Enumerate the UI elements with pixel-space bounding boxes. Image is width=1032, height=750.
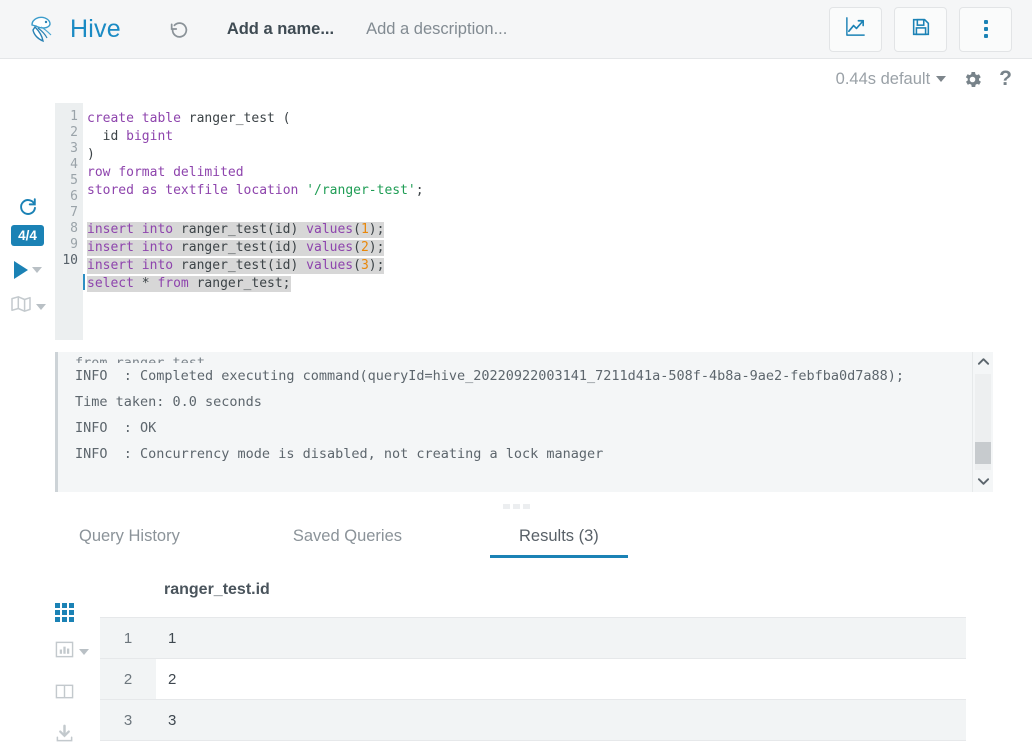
editor-line-number: 10: [62, 253, 78, 268]
sql-editor[interactable]: 1 2 3 4 5 6 7 8 9 10 create table ranger_test ( i…: [55, 103, 993, 340]
download-icon: [55, 724, 74, 748]
results-tabs: Query History Saved Queries Results (3): [55, 516, 993, 564]
editor-line[interactable]: insert into ranger_test(id) values(2);: [87, 238, 993, 256]
hive-query-editor-app: Hive Add a name... Add a description...: [0, 0, 1032, 750]
editor-code-area[interactable]: create table ranger_test ( id bigint) row…: [83, 103, 993, 340]
log-scrollbar[interactable]: [972, 352, 993, 492]
editor-line[interactable]: insert into ranger_test(id) values(3);: [87, 256, 993, 274]
editor-gutter: 1 2 3 4 5 6 7 8 9 10: [55, 103, 83, 340]
kebab-menu-icon: [983, 20, 988, 38]
grid-view-icon[interactable]: [55, 603, 74, 622]
timing-label: 0.44s default: [835, 69, 931, 88]
query-log-panel[interactable]: from ranger_test INFO : Completed executi…: [55, 352, 993, 492]
run-query-button[interactable]: [13, 261, 42, 279]
tab-query-history[interactable]: Query History: [77, 516, 182, 558]
row-number: 3: [123, 711, 133, 729]
chart-view-icon: [55, 640, 74, 664]
log-line: INFO : Completed executing command(query…: [75, 368, 905, 384]
editor-line[interactable]: create table ranger_test (: [87, 109, 993, 127]
header-actions: [829, 6, 1012, 52]
chart-view-button[interactable]: [55, 640, 89, 664]
results-column-header: ranger_test.id: [164, 581, 270, 598]
tab-results-3[interactable]: Results (3): [490, 516, 628, 558]
editor-line[interactable]: insert into ranger_test(id) values(1);: [87, 220, 993, 238]
editor-line[interactable]: stored as textfile location '/ranger-tes…: [87, 181, 993, 199]
floppy-save-icon: [910, 16, 932, 43]
editor-line-number: 6: [70, 189, 78, 204]
table-cell[interactable]: 1: [156, 618, 966, 658]
download-button[interactable]: [55, 724, 74, 748]
editor-line[interactable]: ): [87, 145, 993, 163]
query-subbar: 0.44s default ?: [0, 59, 1032, 99]
scrollbar-thumb[interactable]: [975, 442, 991, 464]
gear-icon[interactable]: [962, 69, 983, 90]
table-cell[interactable]: 2: [156, 659, 966, 699]
editor-line[interactable]: [87, 199, 993, 220]
editor-line-number: 4: [70, 157, 78, 172]
query-description-input[interactable]: Add a description...: [366, 20, 507, 39]
refresh-icon[interactable]: [17, 189, 39, 223]
brand-title: Hive: [70, 14, 121, 43]
editor-line-number: 8: [70, 221, 78, 236]
editor-line-number: 5: [70, 173, 78, 188]
log-tabs-splitter[interactable]: [0, 500, 1032, 512]
save-button[interactable]: [894, 6, 947, 52]
trending-chart-icon: [844, 15, 867, 43]
chevron-up-icon[interactable]: [977, 356, 990, 368]
table-row[interactable]: 11: [100, 618, 966, 659]
editor-line-number: 3: [70, 141, 78, 156]
log-line: from ranger_test: [75, 355, 206, 363]
chevron-down-icon[interactable]: [977, 476, 990, 488]
app-header: Hive Add a name... Add a description...: [0, 0, 1032, 59]
log-lines: from ranger_test INFO : Completed executi…: [58, 352, 972, 492]
chart-options-caret-down-icon[interactable]: [79, 649, 89, 655]
editor-line[interactable]: row format delimited: [87, 163, 993, 181]
visualize-button[interactable]: [829, 6, 882, 52]
question-mark-icon[interactable]: ?: [999, 67, 1012, 91]
log-line: INFO : OK: [75, 420, 157, 436]
caret-down-icon: [936, 76, 947, 82]
editor-line-number: 2: [70, 125, 78, 140]
visual-explain-caret-down-icon[interactable]: [35, 303, 46, 310]
editor-line[interactable]: id bigint: [87, 127, 993, 145]
results-left-rail: [55, 603, 100, 748]
table-row[interactable]: 33: [100, 700, 966, 741]
history-revert-icon[interactable]: [165, 15, 193, 43]
tab-saved-queries[interactable]: Saved Queries: [291, 516, 404, 558]
editor-line[interactable]: select * from ranger_test;: [83, 274, 993, 292]
more-menu-button[interactable]: [959, 6, 1012, 52]
database-selector[interactable]: 0.44s default: [836, 70, 947, 89]
table-row[interactable]: 22: [100, 659, 966, 700]
editor-left-rail: 4/4: [0, 99, 55, 347]
columns-view-icon: [55, 682, 74, 706]
row-number: 1: [123, 629, 133, 647]
query-name-input[interactable]: Add a name...: [227, 20, 334, 39]
hive-bee-logo-icon: [26, 14, 60, 44]
run-options-caret-down-icon[interactable]: [31, 267, 42, 273]
text-cursor: [83, 274, 85, 290]
row-number: 2: [123, 670, 133, 688]
log-line: INFO : Concurrency mode is disabled, not…: [75, 446, 604, 462]
columns-view-button[interactable]: [55, 682, 74, 706]
visual-explain-map-icon: [10, 295, 32, 318]
table-cell[interactable]: 3: [156, 700, 966, 740]
results-table: 112233: [100, 618, 966, 741]
visual-explain-button[interactable]: [10, 295, 46, 318]
editor-line-number: 7: [70, 205, 78, 220]
editor-line-number: 9: [70, 237, 78, 252]
log-line: Time taken: 0.0 seconds: [75, 394, 262, 410]
play-run-icon: [13, 261, 28, 279]
statement-counter-badge: 4/4: [11, 225, 44, 246]
editor-line-number: 1: [70, 109, 78, 124]
brand: Hive: [26, 14, 121, 44]
